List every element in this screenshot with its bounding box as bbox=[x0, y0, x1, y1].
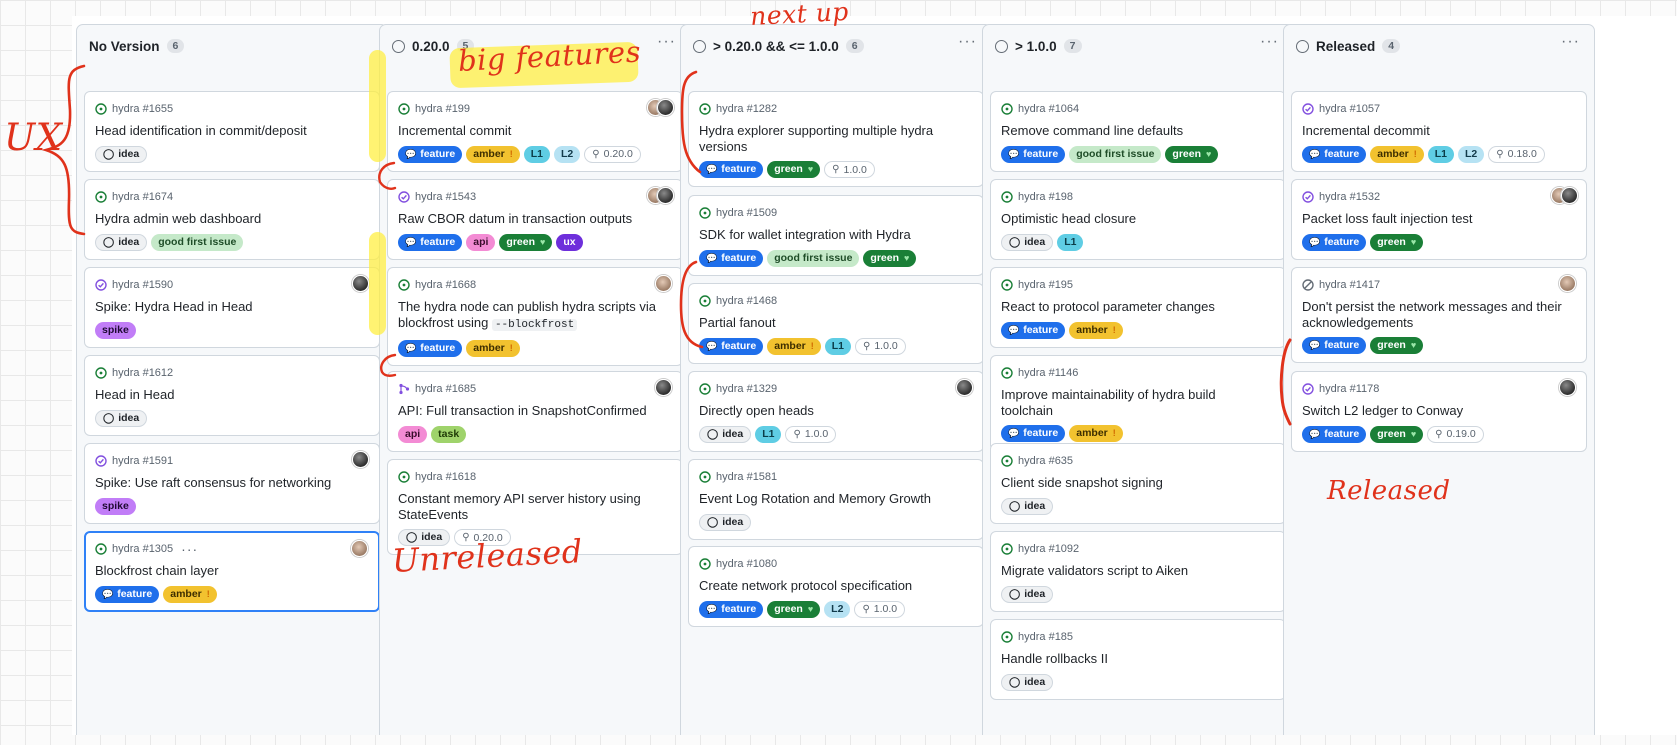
annotation-released: Released bbox=[1327, 476, 1451, 506]
annotation-ux: UX bbox=[4, 116, 63, 159]
annotation-next-up: next up bbox=[749, 0, 850, 31]
ux-bracket bbox=[41, 64, 1292, 426]
